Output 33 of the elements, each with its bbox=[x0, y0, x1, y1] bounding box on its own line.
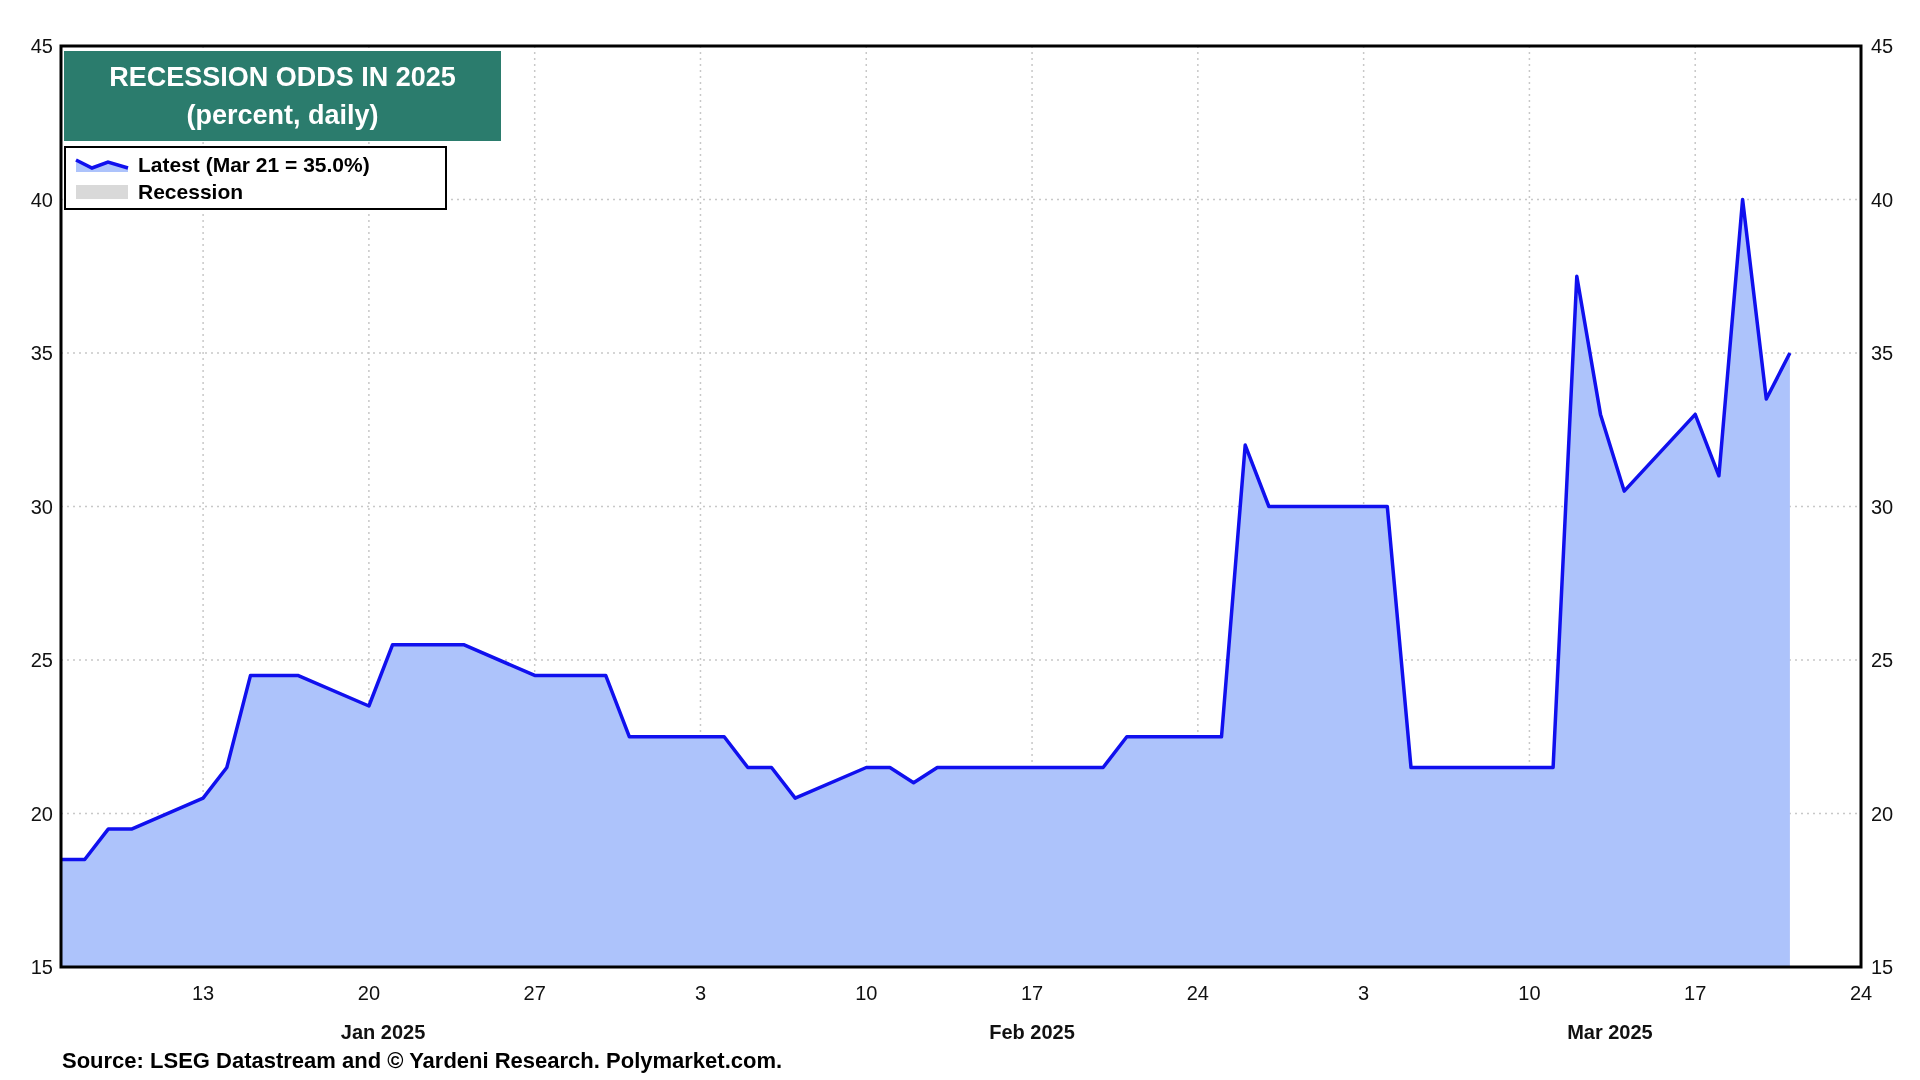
y-tick-label: 40 bbox=[30, 188, 53, 211]
legend-label: Recession bbox=[138, 178, 244, 205]
chart-subtitle: (percent, daily) bbox=[186, 99, 379, 132]
y-tick-label: 30 bbox=[1871, 495, 1894, 518]
y-tick-label: 20 bbox=[1871, 802, 1894, 825]
x-tick-label: 17 bbox=[1020, 982, 1044, 1004]
x-tick-label: 13 bbox=[192, 982, 215, 1004]
y-tick-label: 40 bbox=[1871, 188, 1894, 211]
x-tick-label: 3 bbox=[694, 982, 707, 1004]
legend-label: Latest (Mar 21 = 35.0%) bbox=[138, 151, 370, 178]
y-tick-label: 15 bbox=[1871, 956, 1894, 978]
x-tick-label: 3 bbox=[1358, 982, 1370, 1004]
month-label: Jan 2025 bbox=[340, 1021, 426, 1043]
y-tick-label: 35 bbox=[1871, 342, 1894, 364]
chart-title: RECESSION ODDS IN 2025 bbox=[109, 61, 456, 94]
y-tick-label: 45 bbox=[30, 35, 53, 57]
y-tick-label: 25 bbox=[1871, 649, 1894, 671]
y-tick-label: 25 bbox=[30, 649, 53, 671]
x-tick-label: 27 bbox=[523, 982, 546, 1004]
x-tick-label: 10 bbox=[855, 982, 878, 1004]
x-tick-label: 20 bbox=[357, 982, 380, 1004]
x-tick-label: 10 bbox=[1518, 982, 1541, 1004]
y-tick-label: 20 bbox=[30, 802, 53, 825]
y-tick-label: 15 bbox=[30, 956, 53, 978]
y-tick-label: 45 bbox=[1871, 35, 1894, 57]
x-tick-label: 17 bbox=[1684, 982, 1707, 1004]
y-tick-label: 35 bbox=[30, 342, 53, 364]
x-tick-label: 24 bbox=[1186, 982, 1209, 1004]
month-label: Feb 2025 bbox=[989, 1021, 1075, 1043]
y-tick-label: 30 bbox=[30, 495, 53, 518]
source-note: Source: LSEG Datastream and © Yardeni Research. Polymarket.com. bbox=[62, 1047, 783, 1075]
x-tick-label: 24 bbox=[1849, 982, 1873, 1004]
month-label: Mar 2025 bbox=[1567, 1021, 1653, 1043]
